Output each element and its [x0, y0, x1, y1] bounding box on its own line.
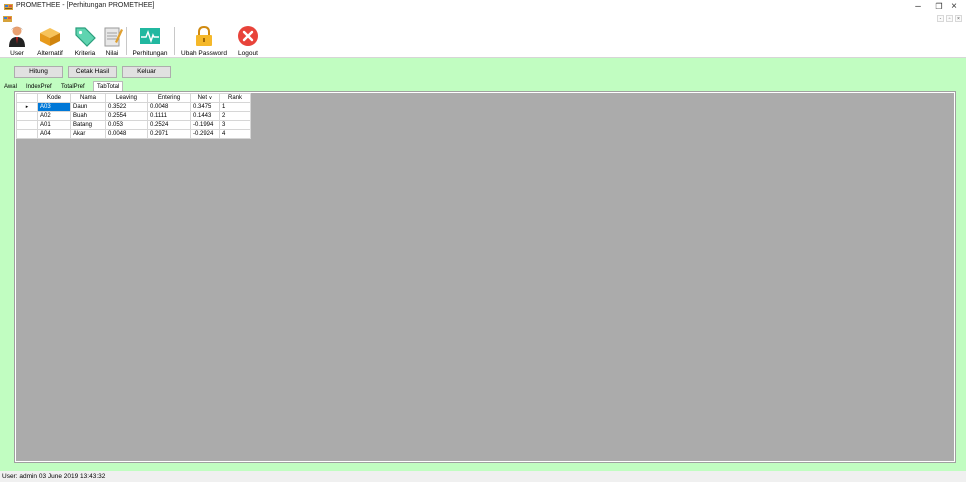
- toolbar-logout-button[interactable]: Logout: [234, 24, 262, 58]
- cell-nama[interactable]: Batang: [70, 120, 106, 130]
- sort-descending-icon: ∨: [208, 95, 213, 101]
- toolbar-ubah-password-label: Ubah Password: [181, 50, 227, 57]
- cell-kode[interactable]: A02: [37, 111, 71, 121]
- toolbar-kriteria-label: Kriteria: [74, 50, 96, 57]
- cell-net[interactable]: 0.1443: [190, 111, 220, 121]
- main-panel: Hitung Cetak Hasil Keluar Awal IndexPref…: [0, 58, 966, 471]
- notepad-icon: [104, 27, 123, 47]
- cetak-hasil-button[interactable]: Cetak Hasil: [68, 66, 117, 78]
- user-icon: [9, 26, 25, 47]
- toolbar-perhitungan-label: Perhitungan: [132, 50, 168, 57]
- cell-rank[interactable]: 3: [219, 120, 251, 130]
- window-title: PROMETHEE - [Perhitungan PROMETHEE]: [16, 2, 155, 9]
- box-icon: [40, 28, 60, 46]
- toolbar-logout-label: Logout: [238, 50, 258, 57]
- column-header-entering[interactable]: Entering: [147, 93, 191, 103]
- toolbar-nilai-button[interactable]: Nilai: [101, 24, 123, 58]
- status-text: User: admin 03 June 2019 13:43:32: [2, 473, 106, 480]
- cell-rank[interactable]: 1: [219, 102, 251, 112]
- cell-nama[interactable]: Daun: [70, 102, 106, 112]
- main-toolbar: User Alternatif Kriteria Nilai Perhitung…: [0, 24, 966, 58]
- toolbar-perhitungan-button[interactable]: Perhitungan: [129, 24, 171, 58]
- column-header-kode[interactable]: Kode: [37, 93, 71, 103]
- table-row[interactable]: ▸ A03 Daun 0.3522 0.0048 0.3475 1: [16, 102, 251, 112]
- pulse-monitor-icon: [140, 28, 160, 44]
- minimize-icon[interactable]: –: [908, 1, 928, 13]
- hitung-button[interactable]: Hitung: [14, 66, 63, 78]
- cell-kode[interactable]: A03: [37, 102, 71, 112]
- lock-icon: [196, 25, 212, 46]
- toolbar-kriteria-button[interactable]: Kriteria: [70, 24, 100, 58]
- title-bar: PROMETHEE - [Perhitungan PROMETHEE] – ❐ …: [0, 0, 966, 14]
- toolbar-alternatif-button[interactable]: Alternatif: [31, 24, 69, 58]
- table-row[interactable]: A04 Akar 0.0048 0.2971 -0.2924 4: [16, 129, 251, 139]
- current-row-indicator-icon[interactable]: ▸: [16, 102, 38, 112]
- table-row[interactable]: A01 Batang 0.053 0.2524 -0.1994 3: [16, 120, 251, 130]
- result-table: Kode Nama Leaving Entering Net ∨ Rank ▸ …: [16, 93, 251, 139]
- cell-leaving[interactable]: 0.3522: [105, 102, 148, 112]
- cell-leaving[interactable]: 0.053: [105, 120, 148, 130]
- close-circle-icon: [238, 26, 258, 46]
- table-row[interactable]: A02 Buah 0.2554 0.1111 0.1443 2: [16, 111, 251, 121]
- toolbar-user-label: User: [10, 50, 24, 57]
- row-header[interactable]: [16, 120, 38, 130]
- mdi-child-strip: - ▫ ×: [0, 14, 966, 24]
- toolbar-separator: [126, 27, 127, 55]
- cell-leaving[interactable]: 0.0048: [105, 129, 148, 139]
- status-bar: User: admin 03 June 2019 13:43:32: [0, 471, 966, 482]
- toolbar-nilai-label: Nilai: [105, 50, 119, 57]
- column-header-rank[interactable]: Rank: [219, 93, 251, 103]
- cell-kode[interactable]: A04: [37, 129, 71, 139]
- header-row: Kode Nama Leaving Entering Net ∨ Rank: [16, 93, 251, 103]
- child-close-button[interactable]: ×: [955, 15, 962, 22]
- cell-leaving[interactable]: 0.2554: [105, 111, 148, 121]
- cell-net[interactable]: -0.1994: [190, 120, 220, 130]
- column-header-net[interactable]: Net ∨: [190, 93, 220, 103]
- cell-entering[interactable]: 0.1111: [147, 111, 191, 121]
- tabtotal-page: Kode Nama Leaving Entering Net ∨ Rank ▸ …: [14, 91, 956, 463]
- toolbar-ubah-password-button[interactable]: Ubah Password: [177, 24, 231, 58]
- cell-entering[interactable]: 0.2971: [147, 129, 191, 139]
- result-grid[interactable]: Kode Nama Leaving Entering Net ∨ Rank ▸ …: [16, 93, 954, 461]
- cell-nama[interactable]: Buah: [70, 111, 106, 121]
- cell-kode[interactable]: A01: [37, 120, 71, 130]
- cell-net[interactable]: 0.3475: [190, 102, 220, 112]
- toolbar-user-button[interactable]: User: [4, 24, 30, 58]
- net-header-label: Net: [197, 95, 207, 101]
- cell-rank[interactable]: 2: [219, 111, 251, 121]
- cell-nama[interactable]: Akar: [70, 129, 106, 139]
- row-header[interactable]: [16, 129, 38, 139]
- child-minimize-button[interactable]: -: [937, 15, 944, 22]
- cell-rank[interactable]: 4: [219, 129, 251, 139]
- cell-entering[interactable]: 0.0048: [147, 102, 191, 112]
- cell-entering[interactable]: 0.2524: [147, 120, 191, 130]
- app-icon: [4, 4, 13, 10]
- toolbar-alternatif-label: Alternatif: [37, 50, 63, 57]
- child-restore-button[interactable]: ▫: [946, 15, 953, 22]
- column-header-leaving[interactable]: Leaving: [105, 93, 148, 103]
- toolbar-separator: [174, 27, 175, 55]
- column-header-nama[interactable]: Nama: [70, 93, 106, 103]
- close-icon[interactable]: ×: [944, 1, 964, 13]
- row-header[interactable]: [16, 111, 38, 121]
- tag-icon: [75, 27, 96, 47]
- child-window-icon[interactable]: [3, 15, 12, 23]
- cell-net[interactable]: -0.2924: [190, 129, 220, 139]
- keluar-button[interactable]: Keluar: [122, 66, 171, 78]
- row-header-corner[interactable]: [16, 93, 38, 103]
